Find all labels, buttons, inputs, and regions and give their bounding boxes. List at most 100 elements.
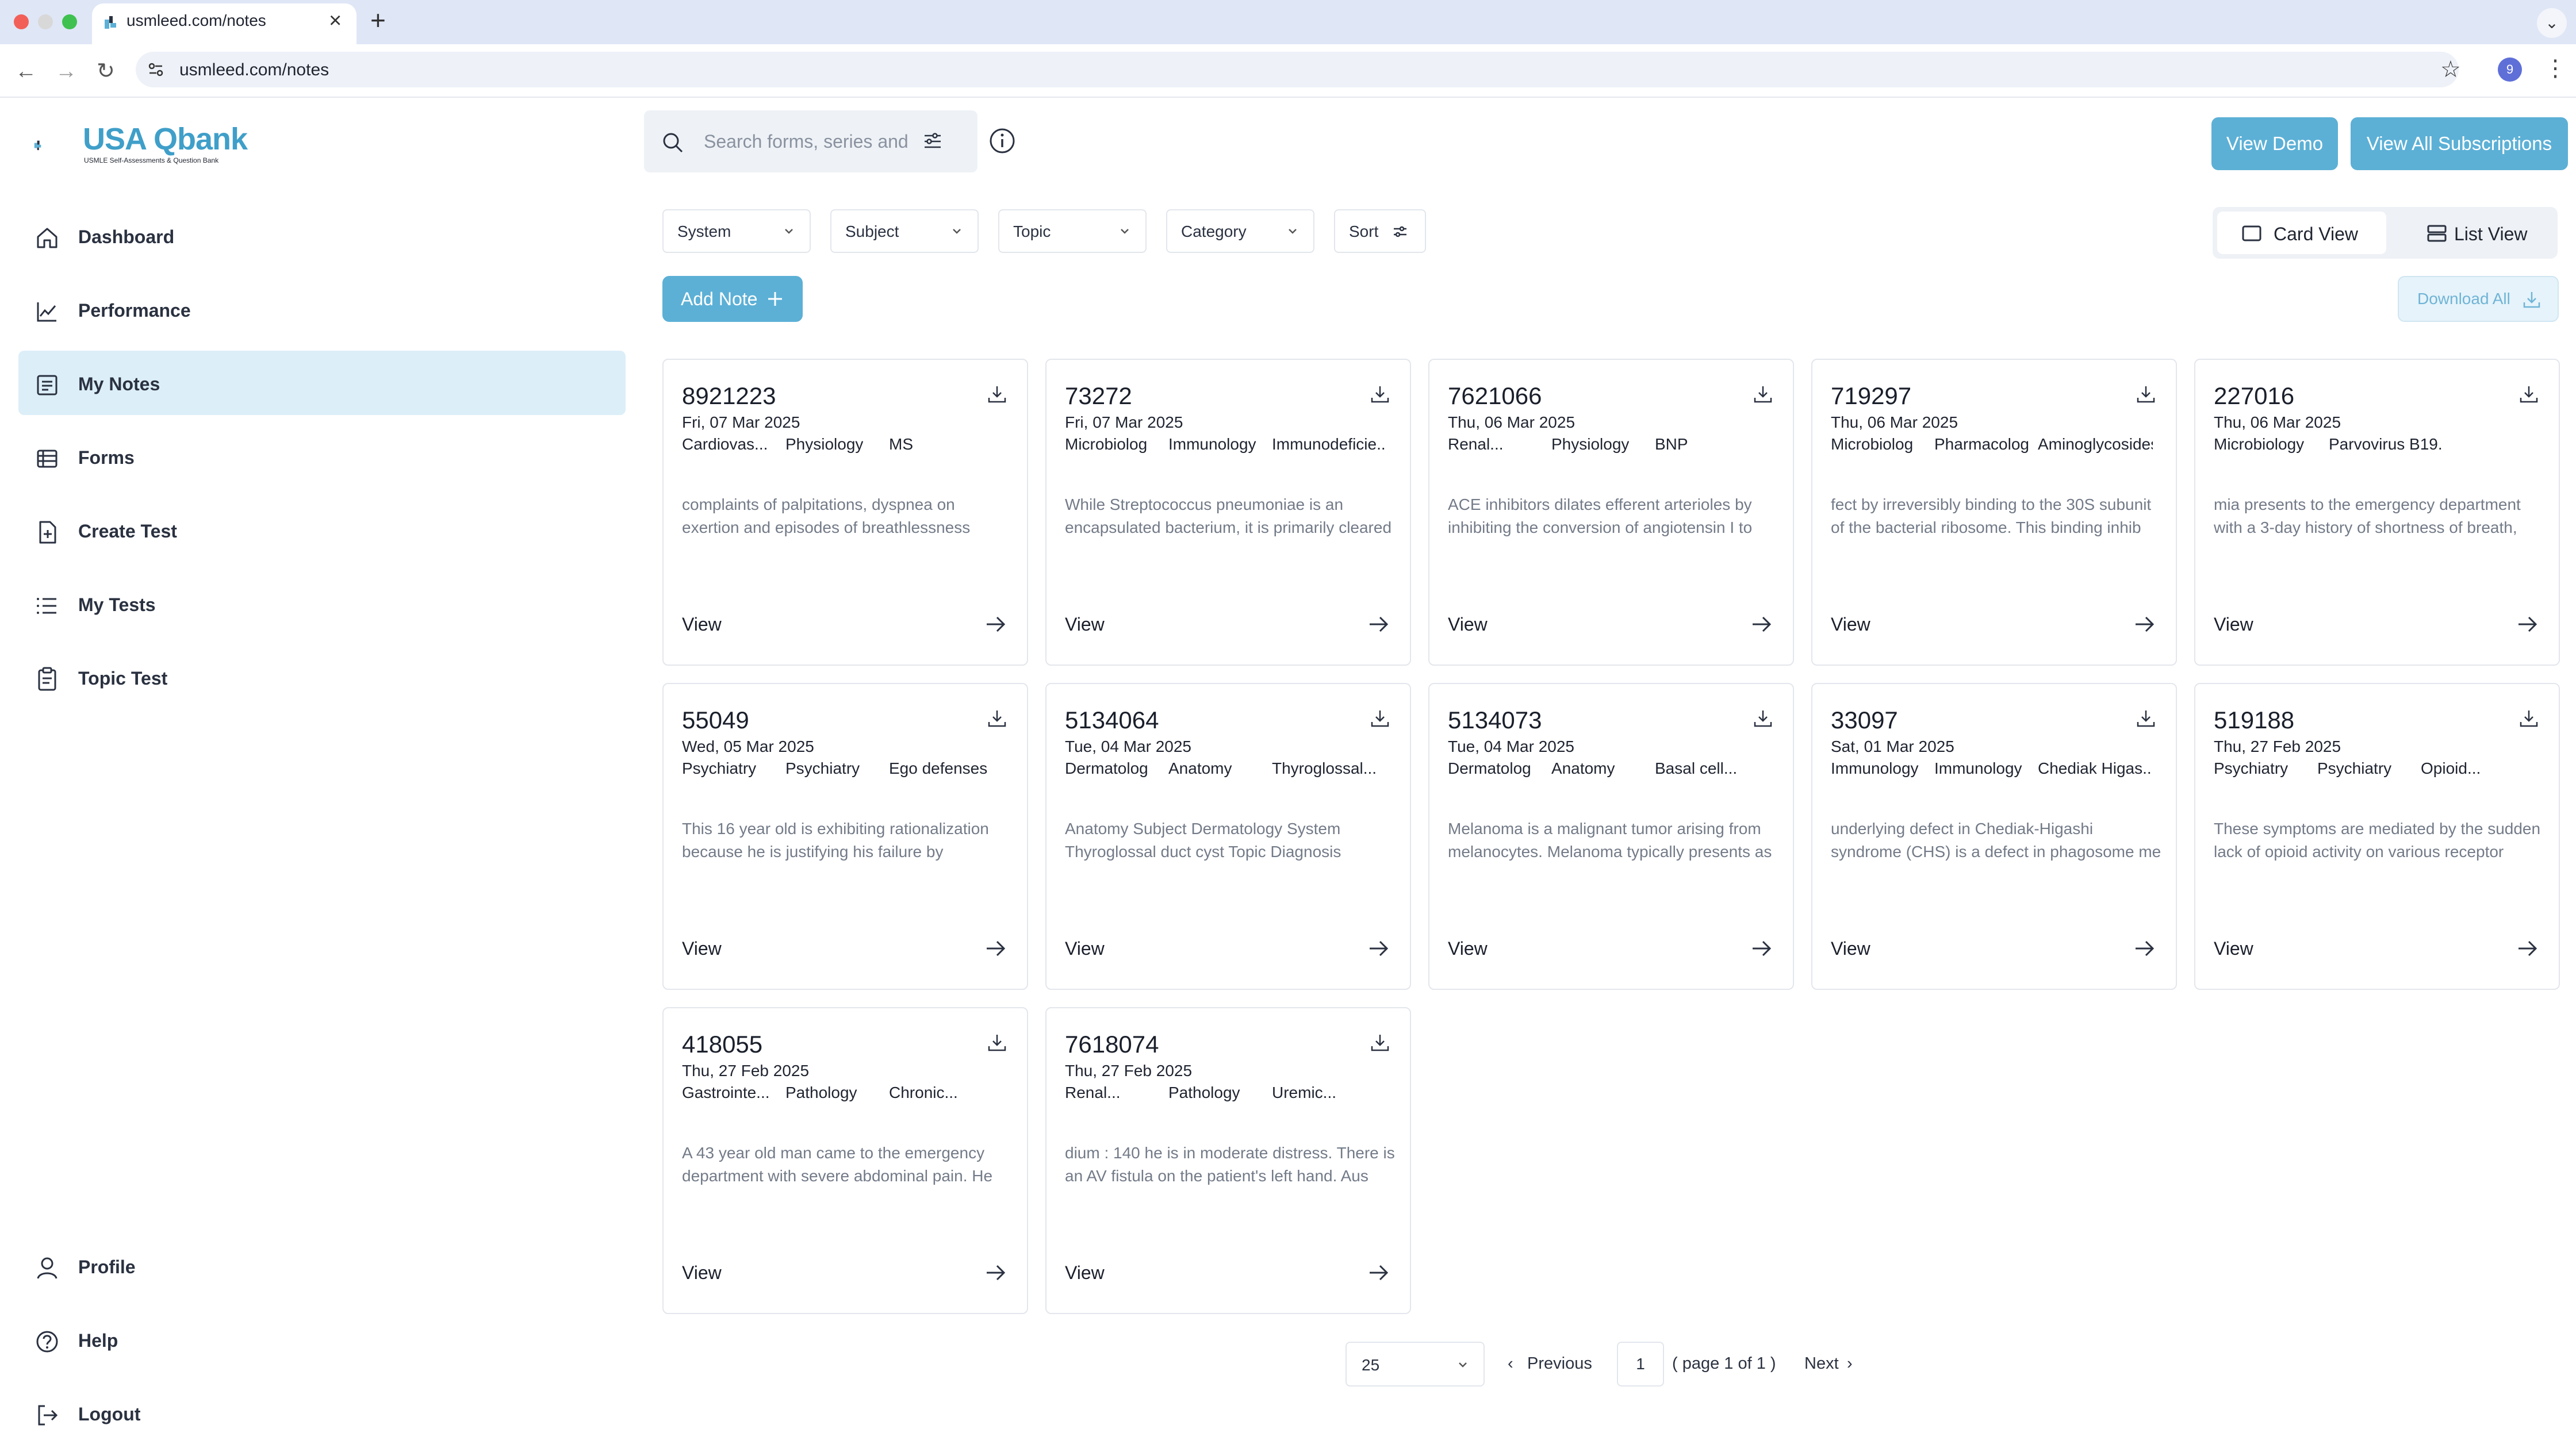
filter-sliders-icon[interactable] [920,128,945,153]
view-note-link[interactable]: View [682,937,722,960]
sidebar-item-logout[interactable]: Logout [18,1381,626,1444]
sidebar-item-dashboard[interactable]: Dashboard [18,203,626,268]
note-card[interactable]: 8921223 Fri, 07 Mar 2025 Cardiovas... Physi… [662,359,1028,666]
sort-icon [1394,226,1406,237]
next-page-button[interactable]: Next [1804,1353,1839,1374]
download-icon[interactable] [1751,383,1774,406]
download-icon[interactable] [986,707,1009,730]
new-tab-icon[interactable]: + [370,5,386,36]
download-icon[interactable] [1751,707,1774,730]
note-card[interactable]: 5134064 Tue, 04 Mar 2025 Dermatolog Anatomy… [1045,683,1411,990]
sidebar-item-topic-test[interactable]: Topic Test [18,645,626,709]
note-tag: Chronic... [889,1084,958,1101]
view-note-link[interactable]: View [2214,937,2253,960]
minimize-window-button[interactable] [38,14,53,29]
sidebar-item-performance[interactable]: Performance [18,277,626,341]
arrow-right-icon[interactable] [2131,610,2159,638]
arrow-right-icon[interactable] [1365,935,1393,962]
arrow-right-icon[interactable] [2514,610,2542,638]
reload-icon[interactable]: ↻ [97,59,115,84]
forward-arrow-icon[interactable]: → [55,59,77,84]
note-tag: Psychiatry [785,759,860,777]
arrow-right-icon[interactable] [1748,610,1776,638]
note-card[interactable]: 7618074 Thu, 27 Feb 2025 Renal... Pathology… [1045,1007,1411,1314]
note-card[interactable]: 719297 Thu, 06 Mar 2025 Microbiolog Pharmac… [1811,359,2177,666]
note-card[interactable]: 55049 Wed, 05 Mar 2025 Psychiatry Psychiatr… [662,683,1028,990]
search-input[interactable]: Search forms, series and [704,130,908,153]
sidebar-item-label: Dashboard [78,226,175,247]
close-window-button[interactable] [14,14,29,29]
download-icon[interactable] [986,1031,1009,1054]
search-box[interactable]: Search forms, series and [644,110,977,172]
sidebar-item-create-test[interactable]: Create Test [18,498,626,562]
arrow-right-icon[interactable] [982,610,1010,638]
sidebar-item-my-notes[interactable]: My Notes [18,351,626,415]
download-icon[interactable] [2134,383,2157,406]
note-card[interactable]: 7621066 Thu, 06 Mar 2025 Renal... Physiolog… [1428,359,1794,666]
info-icon[interactable] [988,126,1017,155]
note-card[interactable]: 73272 Fri, 07 Mar 2025 Microbiolog Immunolo… [1045,359,1411,666]
sidebar-item-forms[interactable]: Forms [18,424,626,489]
download-icon[interactable] [2134,707,2157,730]
download-icon[interactable] [2517,707,2540,730]
system-filter-select[interactable]: System [662,209,811,253]
page-size-select[interactable]: 25 [1346,1342,1485,1387]
current-page-input[interactable]: 1 [1617,1342,1664,1387]
view-note-link[interactable]: View [1065,1261,1105,1284]
subject-filter-select[interactable]: Subject [830,209,979,253]
site-settings-icon[interactable] [147,61,164,78]
view-all-subscriptions-button[interactable]: View All Subscriptions [2351,117,2568,170]
view-note-link[interactable]: View [682,613,722,636]
bookmark-star-icon[interactable]: ☆ [2440,56,2461,83]
note-excerpt: These symptoms are mediated by the sudde… [2214,820,2541,861]
chevron-right-icon[interactable]: › [1847,1353,1853,1374]
card-view-button[interactable]: Card View [2217,212,2386,254]
usa-qbank-logo[interactable] [33,122,79,168]
view-note-link[interactable]: View [1448,613,1488,636]
arrow-right-icon[interactable] [982,1259,1010,1286]
view-note-link[interactable]: View [1065,937,1105,960]
view-note-link[interactable]: View [2214,613,2253,636]
download-all-button[interactable]: Download All [2398,276,2559,322]
browser-menu-icon[interactable]: ⋮ [2544,55,2567,82]
arrow-right-icon[interactable] [2514,935,2542,962]
note-card[interactable]: 33097 Sat, 01 Mar 2025 Immunology Immunolog… [1811,683,2177,990]
category-filter-select[interactable]: Category [1166,209,1314,253]
view-note-link[interactable]: View [1065,613,1105,636]
arrow-right-icon[interactable] [982,935,1010,962]
sidebar-item-my-tests[interactable]: My Tests [18,571,626,636]
view-demo-button[interactable]: View Demo [2211,117,2338,170]
browser-profile-avatar[interactable]: 9 [2498,57,2522,82]
arrow-right-icon[interactable] [2131,935,2159,962]
view-note-link[interactable]: View [682,1261,722,1284]
note-card[interactable]: 5134073 Tue, 04 Mar 2025 Dermatolog Anatomy… [1428,683,1794,990]
topic-filter-select[interactable]: Topic [998,209,1147,253]
arrow-right-icon[interactable] [1365,1259,1393,1286]
view-note-link[interactable]: View [1831,613,1870,636]
view-note-link[interactable]: View [1831,937,1870,960]
chevron-left-icon[interactable]: ‹ [1508,1353,1513,1374]
download-icon[interactable] [2517,383,2540,406]
download-icon[interactable] [1368,1031,1392,1054]
back-arrow-icon[interactable]: ← [15,59,37,84]
view-note-link[interactable]: View [1448,937,1488,960]
sort-button[interactable]: Sort [1334,209,1426,253]
url-field[interactable] [136,52,2459,87]
arrow-right-icon[interactable] [1748,935,1776,962]
maximize-window-button[interactable] [62,14,77,29]
sidebar-item-profile[interactable]: Profile [18,1234,626,1298]
sidebar-item-help[interactable]: Help [18,1307,626,1372]
add-note-button[interactable]: Add Note [662,276,803,322]
download-icon[interactable] [1368,383,1392,406]
note-card[interactable]: 418055 Thu, 27 Feb 2025 Gastrointe... Patho… [662,1007,1028,1314]
note-card[interactable]: 227016 Thu, 06 Mar 2025 Microbiology Parvov… [2194,359,2560,666]
tab-search-chevron-icon[interactable]: ⌄ [2537,8,2567,38]
previous-page-button[interactable]: Previous [1527,1353,1592,1374]
tab-close-icon[interactable]: × [329,8,342,33]
list-view-button[interactable]: List View [2391,212,2553,254]
download-icon[interactable] [986,383,1009,406]
arrow-right-icon[interactable] [1365,610,1393,638]
download-icon [2523,292,2540,308]
download-icon[interactable] [1368,707,1392,730]
note-card[interactable]: 519188 Thu, 27 Feb 2025 Psychiatry Psychiat… [2194,683,2560,990]
